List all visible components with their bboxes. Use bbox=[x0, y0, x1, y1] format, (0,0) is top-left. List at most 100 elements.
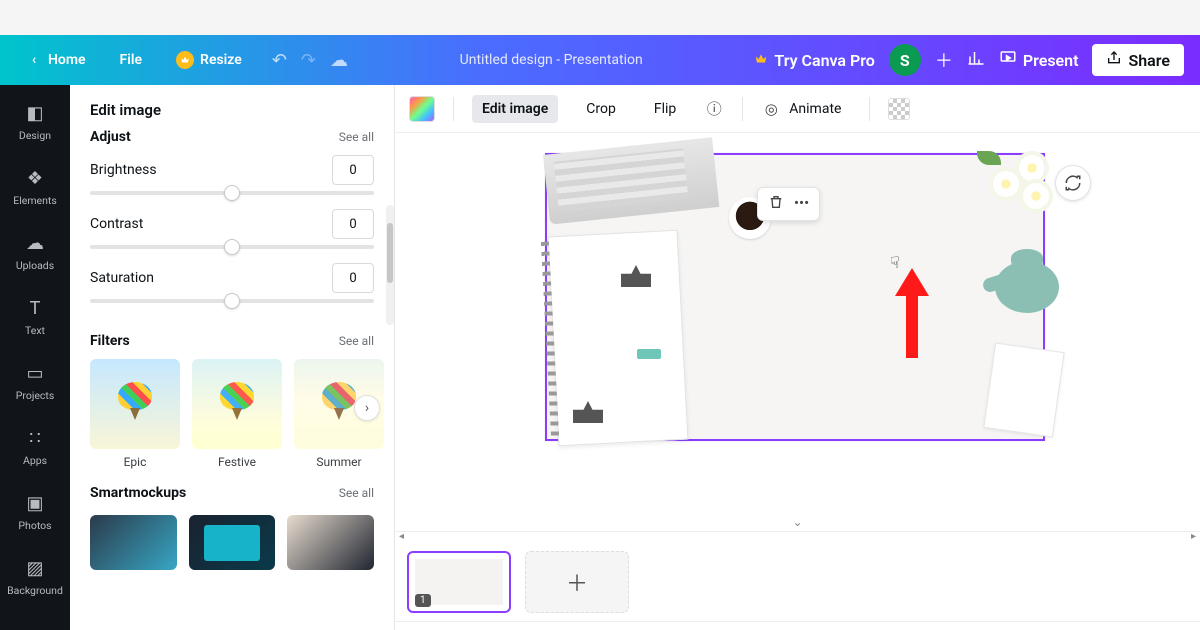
filter-festive[interactable]: Festive bbox=[192, 359, 282, 469]
mockup-card[interactable] bbox=[90, 515, 177, 570]
regenerate-button[interactable] bbox=[1055, 165, 1091, 201]
brightness-label: Brightness bbox=[90, 162, 157, 178]
rail-label: Projects bbox=[16, 389, 55, 402]
filters-title: Filters bbox=[90, 333, 130, 349]
collapse-pages-button[interactable]: ⌄ bbox=[792, 515, 802, 529]
filters-seeall[interactable]: See all bbox=[339, 334, 374, 348]
floating-toolbar: ••• bbox=[757, 187, 820, 221]
rail-label: Photos bbox=[18, 519, 51, 532]
rail-label: Background bbox=[7, 584, 63, 597]
home-button[interactable]: ‹ Home bbox=[16, 46, 96, 74]
left-rail: ◧Design ❖Elements ☁Uploads TText ▭Projec… bbox=[0, 85, 70, 630]
rail-text[interactable]: TText bbox=[0, 284, 70, 349]
thumb-number: 1 bbox=[415, 594, 431, 607]
redo-button[interactable]: ↷ bbox=[301, 50, 316, 71]
saturation-slider[interactable] bbox=[90, 299, 374, 303]
mockup-card[interactable] bbox=[287, 515, 374, 570]
rail-label: Elements bbox=[13, 194, 57, 207]
avatar[interactable]: S bbox=[889, 44, 921, 76]
brightness-value[interactable]: 0 bbox=[332, 155, 374, 185]
adjust-seeall[interactable]: See all bbox=[339, 130, 374, 144]
slide-laptop-graphic bbox=[543, 137, 719, 224]
slide-flowers-graphic bbox=[965, 149, 1055, 219]
rail-photos[interactable]: ▣ Photos bbox=[0, 479, 70, 544]
smartmockups-section: Smartmockups See all bbox=[70, 475, 394, 576]
slider-thumb[interactable] bbox=[224, 239, 240, 255]
page-thumbnail[interactable]: 1 bbox=[407, 551, 511, 613]
analytics-icon[interactable] bbox=[967, 49, 985, 71]
try-pro-button[interactable]: Try Canva Pro bbox=[754, 51, 874, 70]
crown-icon bbox=[754, 51, 768, 70]
rail-apps[interactable]: ∷Apps bbox=[0, 414, 70, 479]
resize-button[interactable]: Resize bbox=[166, 45, 252, 75]
rail-projects[interactable]: ▭Projects bbox=[0, 349, 70, 414]
topbar: ‹ Home File Resize ↶ ↷ ☁ Untitled design… bbox=[0, 35, 1200, 85]
rail-label: Uploads bbox=[16, 259, 54, 272]
document-title[interactable]: Untitled design - Presentation bbox=[360, 52, 742, 68]
stage[interactable]: ••• ☟ ⌄ bbox=[395, 133, 1200, 531]
saturation-value[interactable]: 0 bbox=[332, 263, 374, 293]
filters-section: Filters See all Epic Festive Summer bbox=[70, 323, 394, 475]
panel-scrollbar[interactable] bbox=[386, 205, 394, 325]
scroll-right-icon[interactable]: ▸ bbox=[1191, 531, 1196, 542]
edit-image-button[interactable]: Edit image bbox=[472, 95, 558, 123]
rail-design[interactable]: ◧Design bbox=[0, 89, 70, 154]
adjust-title: Adjust bbox=[90, 129, 131, 145]
slide-teapot-graphic bbox=[985, 247, 1069, 321]
filters-next-button[interactable]: › bbox=[354, 395, 380, 421]
file-menu[interactable]: File bbox=[110, 46, 153, 74]
design-icon: ◧ bbox=[23, 101, 47, 125]
apps-icon: ∷ bbox=[23, 426, 47, 450]
filter-name: Festive bbox=[218, 455, 256, 469]
divider bbox=[742, 97, 743, 121]
divider bbox=[453, 97, 454, 121]
avatar-initial: S bbox=[900, 51, 910, 70]
brightness-slider[interactable] bbox=[90, 191, 374, 195]
present-icon bbox=[999, 49, 1017, 71]
footer-bar: Notes Page 1 of 1 27% ▦ ⤢ ? bbox=[395, 621, 1200, 630]
info-icon[interactable]: ⓘ bbox=[704, 99, 724, 119]
contrast-slider[interactable] bbox=[90, 245, 374, 249]
mockup-card[interactable] bbox=[189, 515, 276, 570]
crop-button[interactable]: Crop bbox=[576, 95, 626, 123]
scroll-left-icon[interactable]: ◂ bbox=[399, 531, 404, 542]
color-picker[interactable] bbox=[409, 96, 435, 122]
share-button[interactable]: Share bbox=[1092, 44, 1184, 76]
rail-label: Text bbox=[25, 324, 45, 337]
slide-paper-graphic bbox=[983, 343, 1064, 438]
filter-preview bbox=[90, 359, 180, 449]
rail-uploads[interactable]: ☁Uploads bbox=[0, 219, 70, 284]
animate-button[interactable]: Animate bbox=[789, 95, 851, 123]
resize-label: Resize bbox=[200, 52, 242, 68]
rail-elements[interactable]: ❖Elements bbox=[0, 154, 70, 219]
photos-icon: ▣ bbox=[23, 491, 47, 515]
delete-button[interactable] bbox=[768, 194, 784, 214]
animate-icon: ◎ bbox=[761, 99, 781, 119]
flip-button[interactable]: Flip bbox=[644, 95, 686, 123]
present-button[interactable]: Present bbox=[999, 49, 1079, 71]
slider-thumb[interactable] bbox=[224, 293, 240, 309]
present-label: Present bbox=[1023, 51, 1079, 70]
crown-icon bbox=[176, 51, 194, 69]
rail-background[interactable]: ▨Background bbox=[0, 544, 70, 609]
filter-preview bbox=[192, 359, 282, 449]
filter-name: Summer bbox=[316, 455, 361, 469]
home-label: Home bbox=[48, 52, 86, 68]
transparency-button[interactable] bbox=[888, 98, 910, 120]
smartmockups-seeall[interactable]: See all bbox=[339, 486, 374, 500]
adjust-section: Adjust See all Brightness 0 Contrast 0 S… bbox=[70, 119, 394, 323]
share-label: Share bbox=[1128, 51, 1170, 70]
invite-button[interactable]: ＋ bbox=[935, 47, 953, 73]
context-toolbar: Edit image Crop Flip ⓘ ◎ Animate bbox=[395, 85, 1200, 133]
filter-epic[interactable]: Epic bbox=[90, 359, 180, 469]
cloud-sync-icon: ☁ bbox=[330, 50, 348, 71]
add-page-button[interactable]: ＋ bbox=[525, 551, 629, 613]
undo-button[interactable]: ↶ bbox=[272, 50, 287, 71]
slide-eraser-graphic bbox=[637, 349, 661, 359]
contrast-value[interactable]: 0 bbox=[332, 209, 374, 239]
horizontal-scrollbar[interactable]: ◂ ▸ bbox=[395, 531, 1200, 543]
share-icon bbox=[1106, 50, 1122, 70]
slider-thumb[interactable] bbox=[224, 185, 240, 201]
file-label: File bbox=[120, 52, 143, 68]
more-options-button[interactable]: ••• bbox=[794, 194, 809, 214]
